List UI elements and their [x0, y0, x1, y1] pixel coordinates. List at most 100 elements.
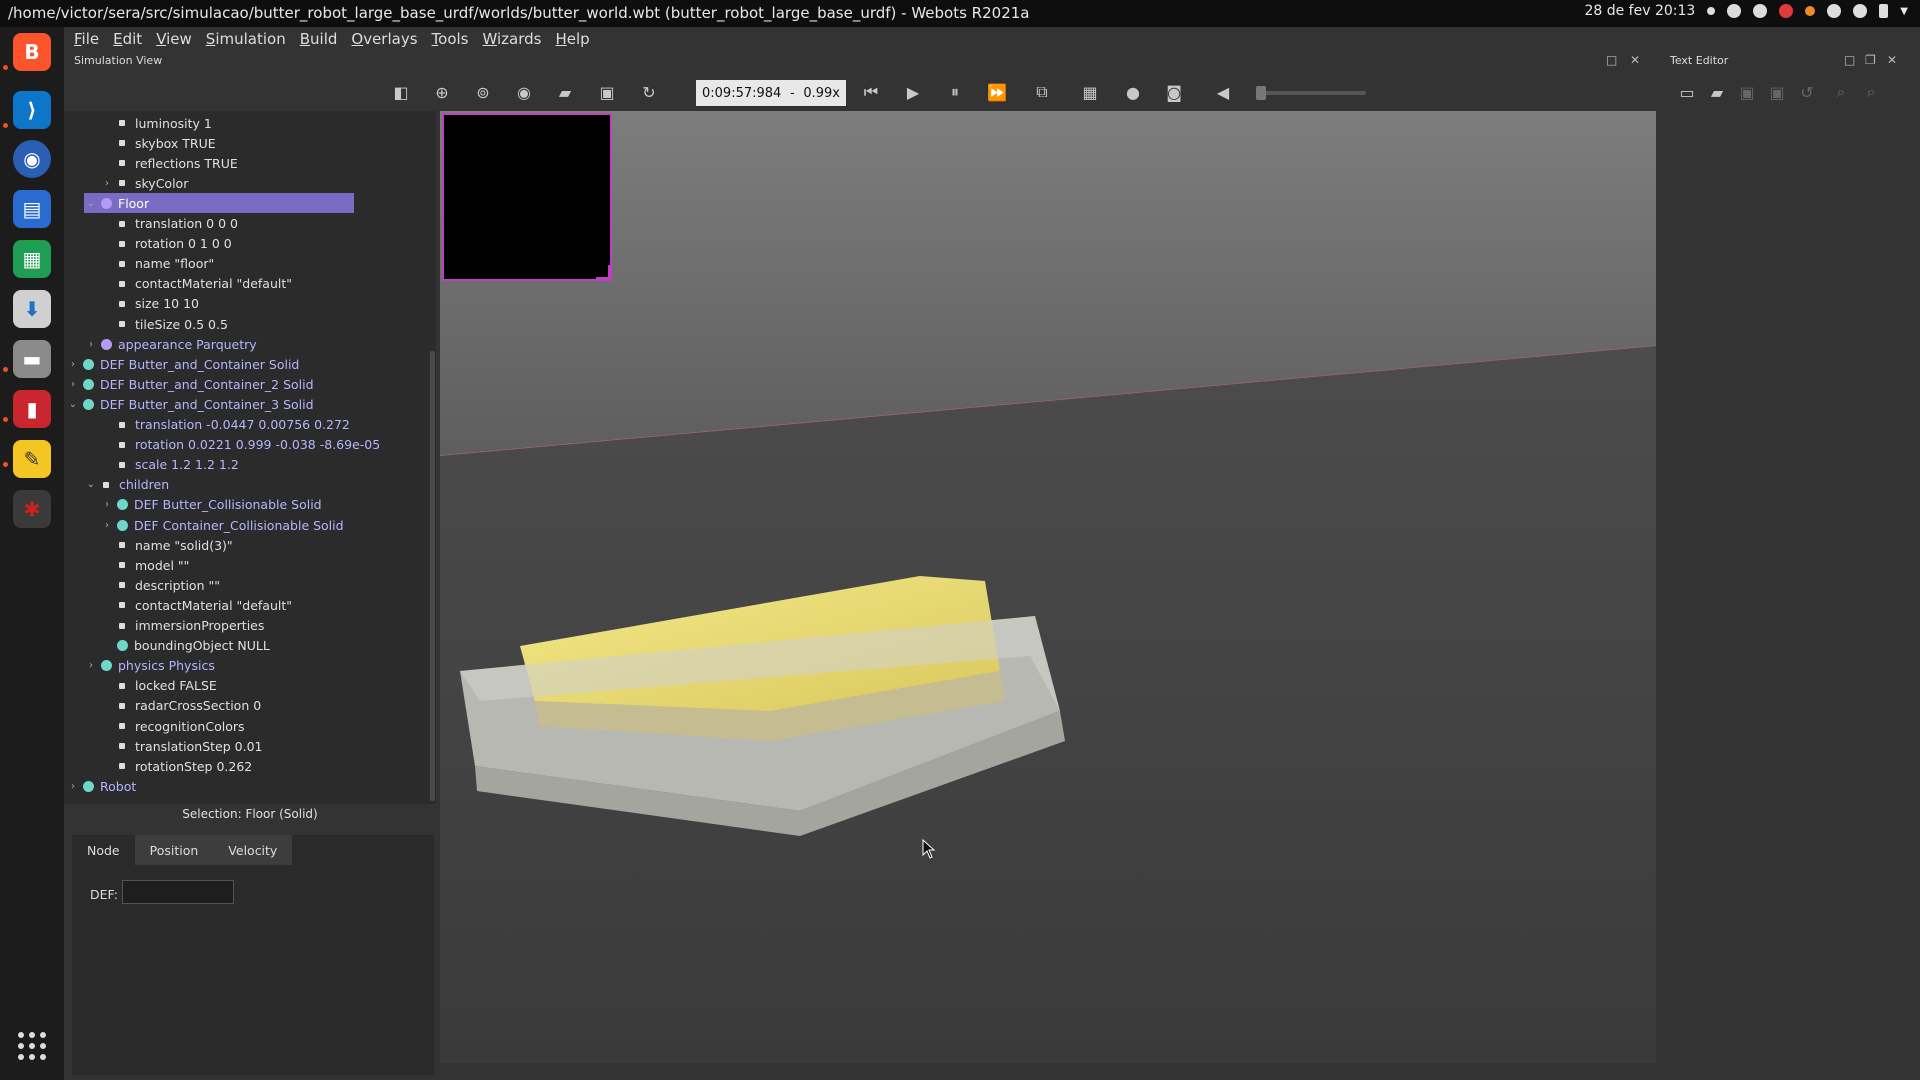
expanded-arrow-icon[interactable]: ⌄	[66, 399, 80, 410]
close-app-icon[interactable]	[1779, 4, 1794, 18]
tree-row[interactable]: contactMaterial "default"	[100, 274, 292, 294]
menu-view[interactable]: View	[156, 30, 192, 48]
tree-row[interactable]: model ""	[100, 555, 189, 575]
menu-edit[interactable]: Edit	[113, 30, 142, 48]
revert-icon[interactable]: ↺	[1796, 81, 1818, 103]
tree-row[interactable]: › physics Physics	[84, 656, 215, 676]
show-apps-icon[interactable]	[18, 1032, 46, 1060]
tab-velocity[interactable]: Velocity	[213, 835, 293, 865]
wifi-icon[interactable]	[1827, 4, 1842, 18]
float-editor-icon[interactable]: ❐	[1865, 53, 1876, 67]
tree-row[interactable]: › DEF Butter_and_Container Solid	[66, 354, 299, 374]
tree-row[interactable]: immersionProperties	[100, 616, 264, 636]
battery-icon[interactable]	[1879, 4, 1889, 18]
menu-tools[interactable]: Tools	[432, 30, 469, 48]
eye-icon[interactable]: ◉	[513, 81, 535, 103]
save-file-icon[interactable]: ▣	[1736, 81, 1758, 103]
collapsed-arrow-icon[interactable]: ›	[100, 178, 114, 189]
rendering-toggle-icon[interactable]: ⧉	[1031, 81, 1053, 103]
tree-row[interactable]: boundingObject NULL	[100, 636, 270, 656]
tree-row[interactable]: rotationStep 0.262	[100, 756, 252, 776]
vscode-icon[interactable]: ⟩	[13, 91, 51, 129]
scene-tree-scrollbar[interactable]	[430, 351, 435, 801]
webots-icon[interactable]: ✱	[13, 490, 51, 528]
3d-view[interactable]	[440, 111, 1656, 1063]
tree-row[interactable]: locked FALSE	[100, 676, 217, 696]
chevron-down-icon[interactable]: ▼	[1900, 6, 1908, 17]
tree-row[interactable]: translationStep 0.01	[100, 736, 262, 756]
tab-node[interactable]: Node	[72, 835, 135, 865]
maximize-editor-icon[interactable]: □	[1844, 53, 1855, 67]
expanded-arrow-icon[interactable]: ⌄	[84, 198, 98, 209]
tree-row[interactable]: description ""	[100, 575, 220, 595]
tree-row[interactable]: › appearance Parquetry	[84, 334, 257, 354]
volume-slider[interactable]	[1256, 86, 1366, 100]
files-icon[interactable]: ▬	[13, 340, 51, 378]
close-pane-icon[interactable]: ✕	[1630, 53, 1640, 67]
close-editor-icon[interactable]: ✕	[1887, 53, 1897, 67]
volume-slider-handle[interactable]	[1256, 86, 1266, 100]
calc-icon[interactable]: ▦	[13, 240, 51, 278]
tree-row[interactable]: › DEF Butter_and_Container_2 Solid	[66, 374, 314, 394]
video-record-icon[interactable]: ▦	[1079, 81, 1101, 103]
filezilla-icon[interactable]: ▮	[13, 390, 51, 428]
tree-row[interactable]: recognitionColors	[100, 716, 245, 736]
tree-row[interactable]: reflections TRUE	[100, 153, 238, 173]
tree-row[interactable]: rotation 0 1 0 0	[100, 234, 232, 254]
tree-row[interactable]: size 10 10	[100, 294, 199, 314]
fast-forward-icon[interactable]: ⏩	[986, 81, 1008, 103]
tree-row[interactable]: name "floor"	[100, 254, 214, 274]
pause-icon[interactable]: ⏸	[944, 81, 966, 103]
new-file-icon[interactable]: ▭	[1676, 81, 1698, 103]
reset-simulation-icon[interactable]: ⏮	[860, 81, 882, 103]
remmina-icon[interactable]: ◉	[13, 140, 51, 178]
reload-world-icon[interactable]: ↻	[638, 81, 660, 103]
menu-file[interactable]: File	[74, 30, 99, 48]
add-node-icon[interactable]: ⊕	[431, 81, 453, 103]
replace-icon[interactable]: ⌕	[1860, 81, 1882, 103]
tree-row[interactable]: rotation 0.0221 0.999 -0.038 -8.69e-05	[100, 435, 380, 455]
collapsed-arrow-icon[interactable]: ›	[84, 660, 98, 671]
menu-help[interactable]: Help	[556, 30, 590, 48]
notification-icon[interactable]	[1805, 6, 1816, 16]
stop-icon[interactable]	[1753, 4, 1768, 18]
find-icon[interactable]: ⌕	[1830, 81, 1852, 103]
tree-row[interactable]: luminosity 1	[100, 113, 212, 133]
open-file-icon[interactable]: ▰	[1706, 81, 1728, 103]
record-animation-icon[interactable]: ●	[1122, 81, 1144, 103]
collapsed-arrow-icon[interactable]: ›	[66, 359, 80, 370]
tab-position[interactable]: Position	[134, 835, 214, 865]
tree-row[interactable]: › skyColor	[100, 173, 188, 193]
collapsed-arrow-icon[interactable]: ›	[84, 339, 98, 350]
tree-row[interactable]: translation -0.0447 0.00756 0.272	[100, 415, 350, 435]
def-input[interactable]	[122, 880, 234, 904]
collapsed-arrow-icon[interactable]: ›	[100, 499, 114, 510]
mute-icon[interactable]: ◀	[1212, 81, 1234, 103]
tree-row[interactable]: ⌄ Floor	[84, 193, 354, 214]
minus-icon[interactable]	[1727, 4, 1742, 18]
tree-row[interactable]: skybox TRUE	[100, 133, 216, 153]
maximize-pane-icon[interactable]: □	[1606, 53, 1617, 67]
tree-row[interactable]: name "solid(3)"	[100, 535, 233, 555]
writer-icon[interactable]: ▤	[13, 190, 51, 228]
brave-browser-icon[interactable]: B	[13, 33, 51, 71]
step-icon[interactable]: ▶	[902, 81, 924, 103]
clock[interactable]: 28 de fev 20:13	[1584, 3, 1695, 19]
save-all-icon[interactable]: ▣	[1766, 81, 1788, 103]
collapsed-arrow-icon[interactable]: ›	[100, 520, 114, 531]
open-world-icon[interactable]: ▰	[554, 81, 576, 103]
menu-overlays[interactable]: Overlays	[351, 30, 417, 48]
tree-row[interactable]: radarCrossSection 0	[100, 696, 261, 716]
menu-wizards[interactable]: Wizards	[483, 30, 542, 48]
viewpoint-icon[interactable]: ⊚	[472, 81, 494, 103]
menu-simulation[interactable]: Simulation	[206, 30, 286, 48]
tree-row[interactable]: contactMaterial "default"	[100, 595, 292, 615]
camera-overlay[interactable]	[442, 113, 612, 281]
collapsed-arrow-icon[interactable]: ›	[66, 781, 80, 792]
save-world-icon[interactable]: ▣	[596, 81, 618, 103]
tree-row[interactable]: ⌄ DEF Butter_and_Container_3 Solid	[66, 394, 314, 414]
tree-row[interactable]: › DEF Container_Collisionable Solid	[100, 515, 344, 535]
tree-row[interactable]: › Robot	[66, 776, 136, 796]
collapsed-arrow-icon[interactable]: ›	[66, 379, 80, 390]
screenshot-icon[interactable]: ◙	[1163, 81, 1185, 103]
